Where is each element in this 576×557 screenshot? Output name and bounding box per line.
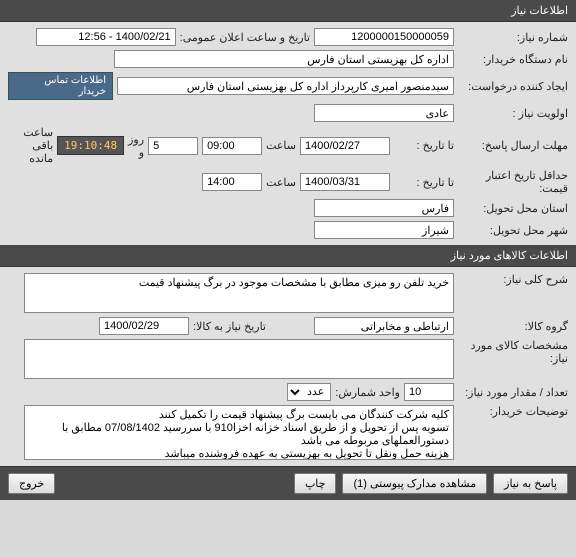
group-field xyxy=(314,317,454,335)
exit-button[interactable]: خروج xyxy=(8,473,55,494)
min-validity-date-field xyxy=(300,173,390,191)
public-datetime-field xyxy=(36,28,176,46)
delivery-province-label: استان محل تحویل: xyxy=(458,202,568,215)
public-datetime-label: تاریخ و ساعت اعلان عمومی: xyxy=(180,31,310,44)
qty-field xyxy=(404,383,454,401)
group-label: گروه کالا: xyxy=(458,320,568,333)
button-bar: پاسخ به نیاز مشاهده مدارک پیوستی (1) چاپ… xyxy=(0,466,576,500)
time-label-1: ساعت xyxy=(266,139,296,152)
print-button[interactable]: چاپ xyxy=(294,473,337,494)
priority-label: اولویت نیاز : xyxy=(458,107,568,120)
section2-header: اطلاعات کالاهای مورد نیاز xyxy=(0,245,576,267)
countdown-timer: 19:10:48 xyxy=(57,136,124,155)
creator-field xyxy=(117,77,454,95)
to-date-label-2: تا تاریخ : xyxy=(394,176,454,189)
unit-label: واحد شمارش: xyxy=(335,386,400,399)
qty-label: تعداد / مقدار مورد نیاز: xyxy=(458,386,568,399)
remain-suffix: ساعت باقی مانده xyxy=(8,126,53,165)
section1-body: شماره نیاز: تاریخ و ساعت اعلان عمومی: نا… xyxy=(0,22,576,245)
view-attachments-button[interactable]: مشاهده مدارک پیوستی (1) xyxy=(342,473,487,494)
buyer-field xyxy=(114,50,454,68)
creator-label: ایجاد کننده درخواست: xyxy=(458,80,568,93)
reply-button[interactable]: پاسخ به نیاز xyxy=(493,473,568,494)
notes-label: توضیحات خریدار: xyxy=(458,405,568,418)
section1-header: اطلاعات نیاز xyxy=(0,0,576,22)
specs-label: مشخصات کالای مورد نیاز: xyxy=(458,339,568,365)
general-desc-field xyxy=(24,273,454,313)
request-no-field xyxy=(314,28,454,46)
delivery-city-field xyxy=(314,221,454,239)
buyer-label: نام دستگاه خریدار: xyxy=(458,53,568,66)
request-no-label: شماره نیاز: xyxy=(458,31,568,44)
unit-select[interactable]: عدد xyxy=(287,383,331,401)
priority-field xyxy=(314,104,454,122)
notes-field xyxy=(24,405,454,460)
min-validity-label: حداقل تاریخ اعتبار قیمت: xyxy=(458,169,568,195)
delivery-city-label: شهر محل تحویل: xyxy=(458,224,568,237)
general-desc-label: شرح کلی نیاز: xyxy=(458,273,568,286)
remain-days-field xyxy=(148,137,198,155)
deadline-date-field xyxy=(300,137,390,155)
min-validity-time-field xyxy=(202,173,262,191)
deadline-label: مهلت ارسال پاسخ: xyxy=(458,139,568,152)
need-by-field xyxy=(99,317,189,335)
contact-buyer-button[interactable]: اطلاعات تماس خریدار xyxy=(8,72,113,100)
delivery-province-field xyxy=(314,199,454,217)
deadline-time-field xyxy=(202,137,262,155)
need-by-label: تاریخ نیاز به کالا: xyxy=(193,320,266,333)
to-date-label: تا تاریخ : xyxy=(394,139,454,152)
time-label-2: ساعت xyxy=(266,176,296,189)
specs-field xyxy=(24,339,454,379)
day-and-label: روز و xyxy=(128,133,144,159)
section2-body: شرح کلی نیاز: گروه کالا: تاریخ نیاز به ک… xyxy=(0,267,576,466)
